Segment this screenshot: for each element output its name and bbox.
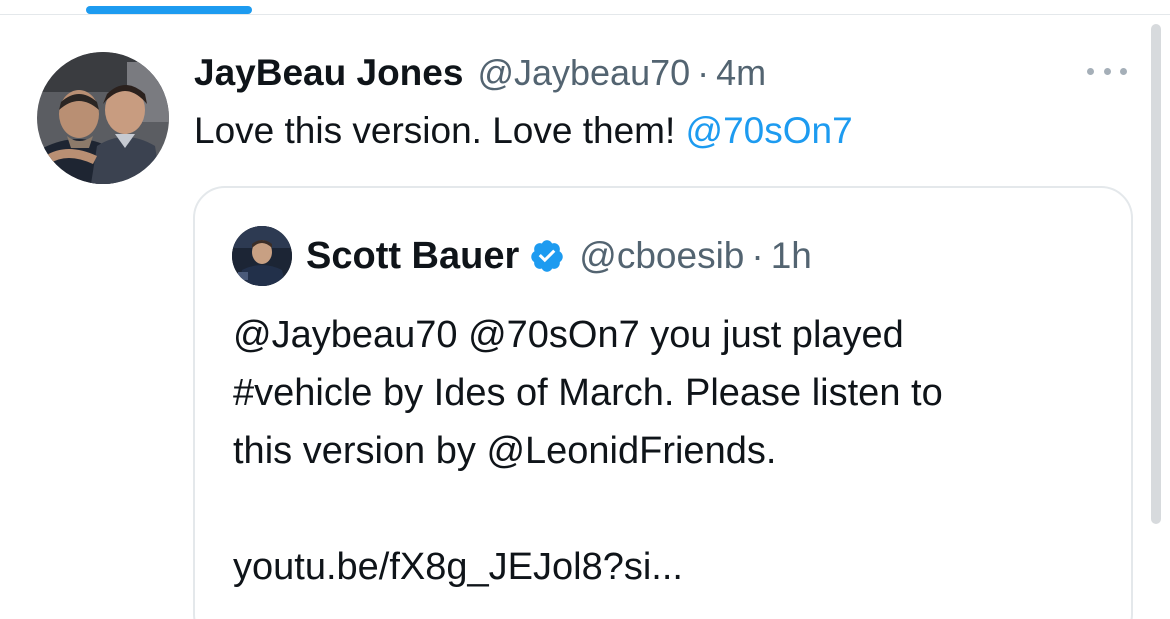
more-dot bbox=[1103, 67, 1111, 75]
quoted-text-line: #vehicle by Ides of March. Please listen… bbox=[233, 372, 943, 414]
quoted-display-name[interactable]: Scott Bauer bbox=[306, 235, 519, 278]
separator-dot: · bbox=[697, 52, 710, 93]
quoted-tweet-header: Scott Bauer @cboesib · 1h bbox=[306, 232, 812, 280]
quoted-text-line bbox=[233, 480, 943, 538]
timestamp[interactable]: 4m bbox=[716, 52, 766, 94]
quoted-link-line[interactable]: youtu.be/fX8g_JEJol8?si... bbox=[233, 538, 943, 596]
active-tab-indicator bbox=[86, 6, 252, 14]
quoted-timestamp[interactable]: 1h bbox=[771, 235, 812, 277]
top-divider bbox=[0, 14, 1170, 15]
mention-link[interactable]: @70sOn7 bbox=[686, 110, 853, 151]
avatar[interactable] bbox=[37, 52, 169, 184]
tweet-screen: JayBeau Jones @Jaybeau70 · 4m Love this … bbox=[0, 0, 1170, 619]
user-handle[interactable]: @Jaybeau70 bbox=[477, 52, 690, 94]
tweet-text: Love this version. Love them! @70sOn7 bbox=[194, 110, 853, 152]
tweet-header: JayBeau Jones @Jaybeau70 · 4m bbox=[194, 50, 766, 96]
more-dot bbox=[1120, 67, 1127, 75]
display-name[interactable]: JayBeau Jones bbox=[194, 52, 463, 94]
tweet-body: Love this version. Love them! bbox=[194, 110, 676, 151]
quoted-tweet-text: @Jaybeau70 @70sOn7 you just played #vehi… bbox=[233, 306, 943, 596]
scrollbar[interactable] bbox=[1151, 24, 1161, 524]
separator-dot: · bbox=[751, 235, 764, 276]
quoted-text-line: @Jaybeau70 @70sOn7 you just played bbox=[233, 314, 904, 356]
quoted-text-line: this version by @LeonidFriends. bbox=[233, 430, 777, 472]
more-options-button[interactable] bbox=[1083, 58, 1131, 84]
quoted-avatar[interactable] bbox=[232, 226, 292, 286]
verified-badge-icon bbox=[529, 238, 565, 274]
quoted-user-handle[interactable]: @cboesib bbox=[579, 235, 744, 277]
quoted-avatar-image bbox=[232, 226, 292, 286]
more-horizontal-icon bbox=[1087, 67, 1094, 75]
avatar-image bbox=[37, 52, 169, 184]
